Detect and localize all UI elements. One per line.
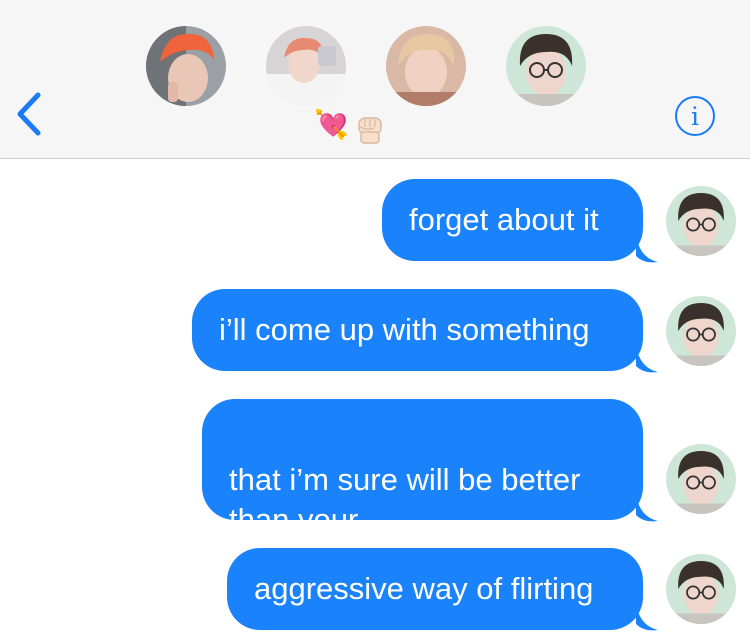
group-emoji-status: 💘 — [314, 108, 394, 144]
info-button[interactable]: i — [675, 96, 715, 136]
sender-avatar[interactable] — [666, 296, 736, 366]
message-bubble[interactable]: i’ll come up with something — [192, 289, 643, 371]
participant-avatar-2[interactable] — [266, 26, 346, 106]
sender-avatar[interactable] — [666, 444, 736, 514]
chevron-left-icon — [17, 92, 41, 136]
back-button[interactable] — [12, 92, 46, 136]
participant-avatar-4[interactable] — [506, 26, 586, 106]
bubble-tail — [636, 346, 658, 373]
bubble-tail — [636, 495, 658, 522]
sender-avatar[interactable] — [666, 186, 736, 256]
sender-avatar[interactable] — [666, 554, 736, 624]
message-text: forget about it — [409, 202, 599, 237]
message-bubble[interactable]: aggressive way of flirting — [227, 548, 643, 630]
bubble-tail — [636, 604, 658, 631]
info-icon: i — [691, 101, 699, 131]
message-text: aggressive way of flirting — [254, 571, 594, 606]
participant-avatar-3[interactable] — [386, 26, 466, 106]
message-text: i’ll come up with something — [219, 312, 590, 347]
message-bubble[interactable]: that i’m sure will be better than your — [202, 399, 643, 537]
message-bubble[interactable]: forget about it — [382, 179, 643, 261]
message-text: that i’m sure will be better than your — [229, 462, 581, 537]
conversation-header: 💘 i — [0, 0, 750, 159]
participant-avatar-1[interactable] — [146, 26, 226, 106]
bubble-tail — [636, 236, 658, 263]
heart-arrow-emoji: 💘 — [314, 109, 349, 140]
raised-fist-icon — [354, 110, 386, 144]
